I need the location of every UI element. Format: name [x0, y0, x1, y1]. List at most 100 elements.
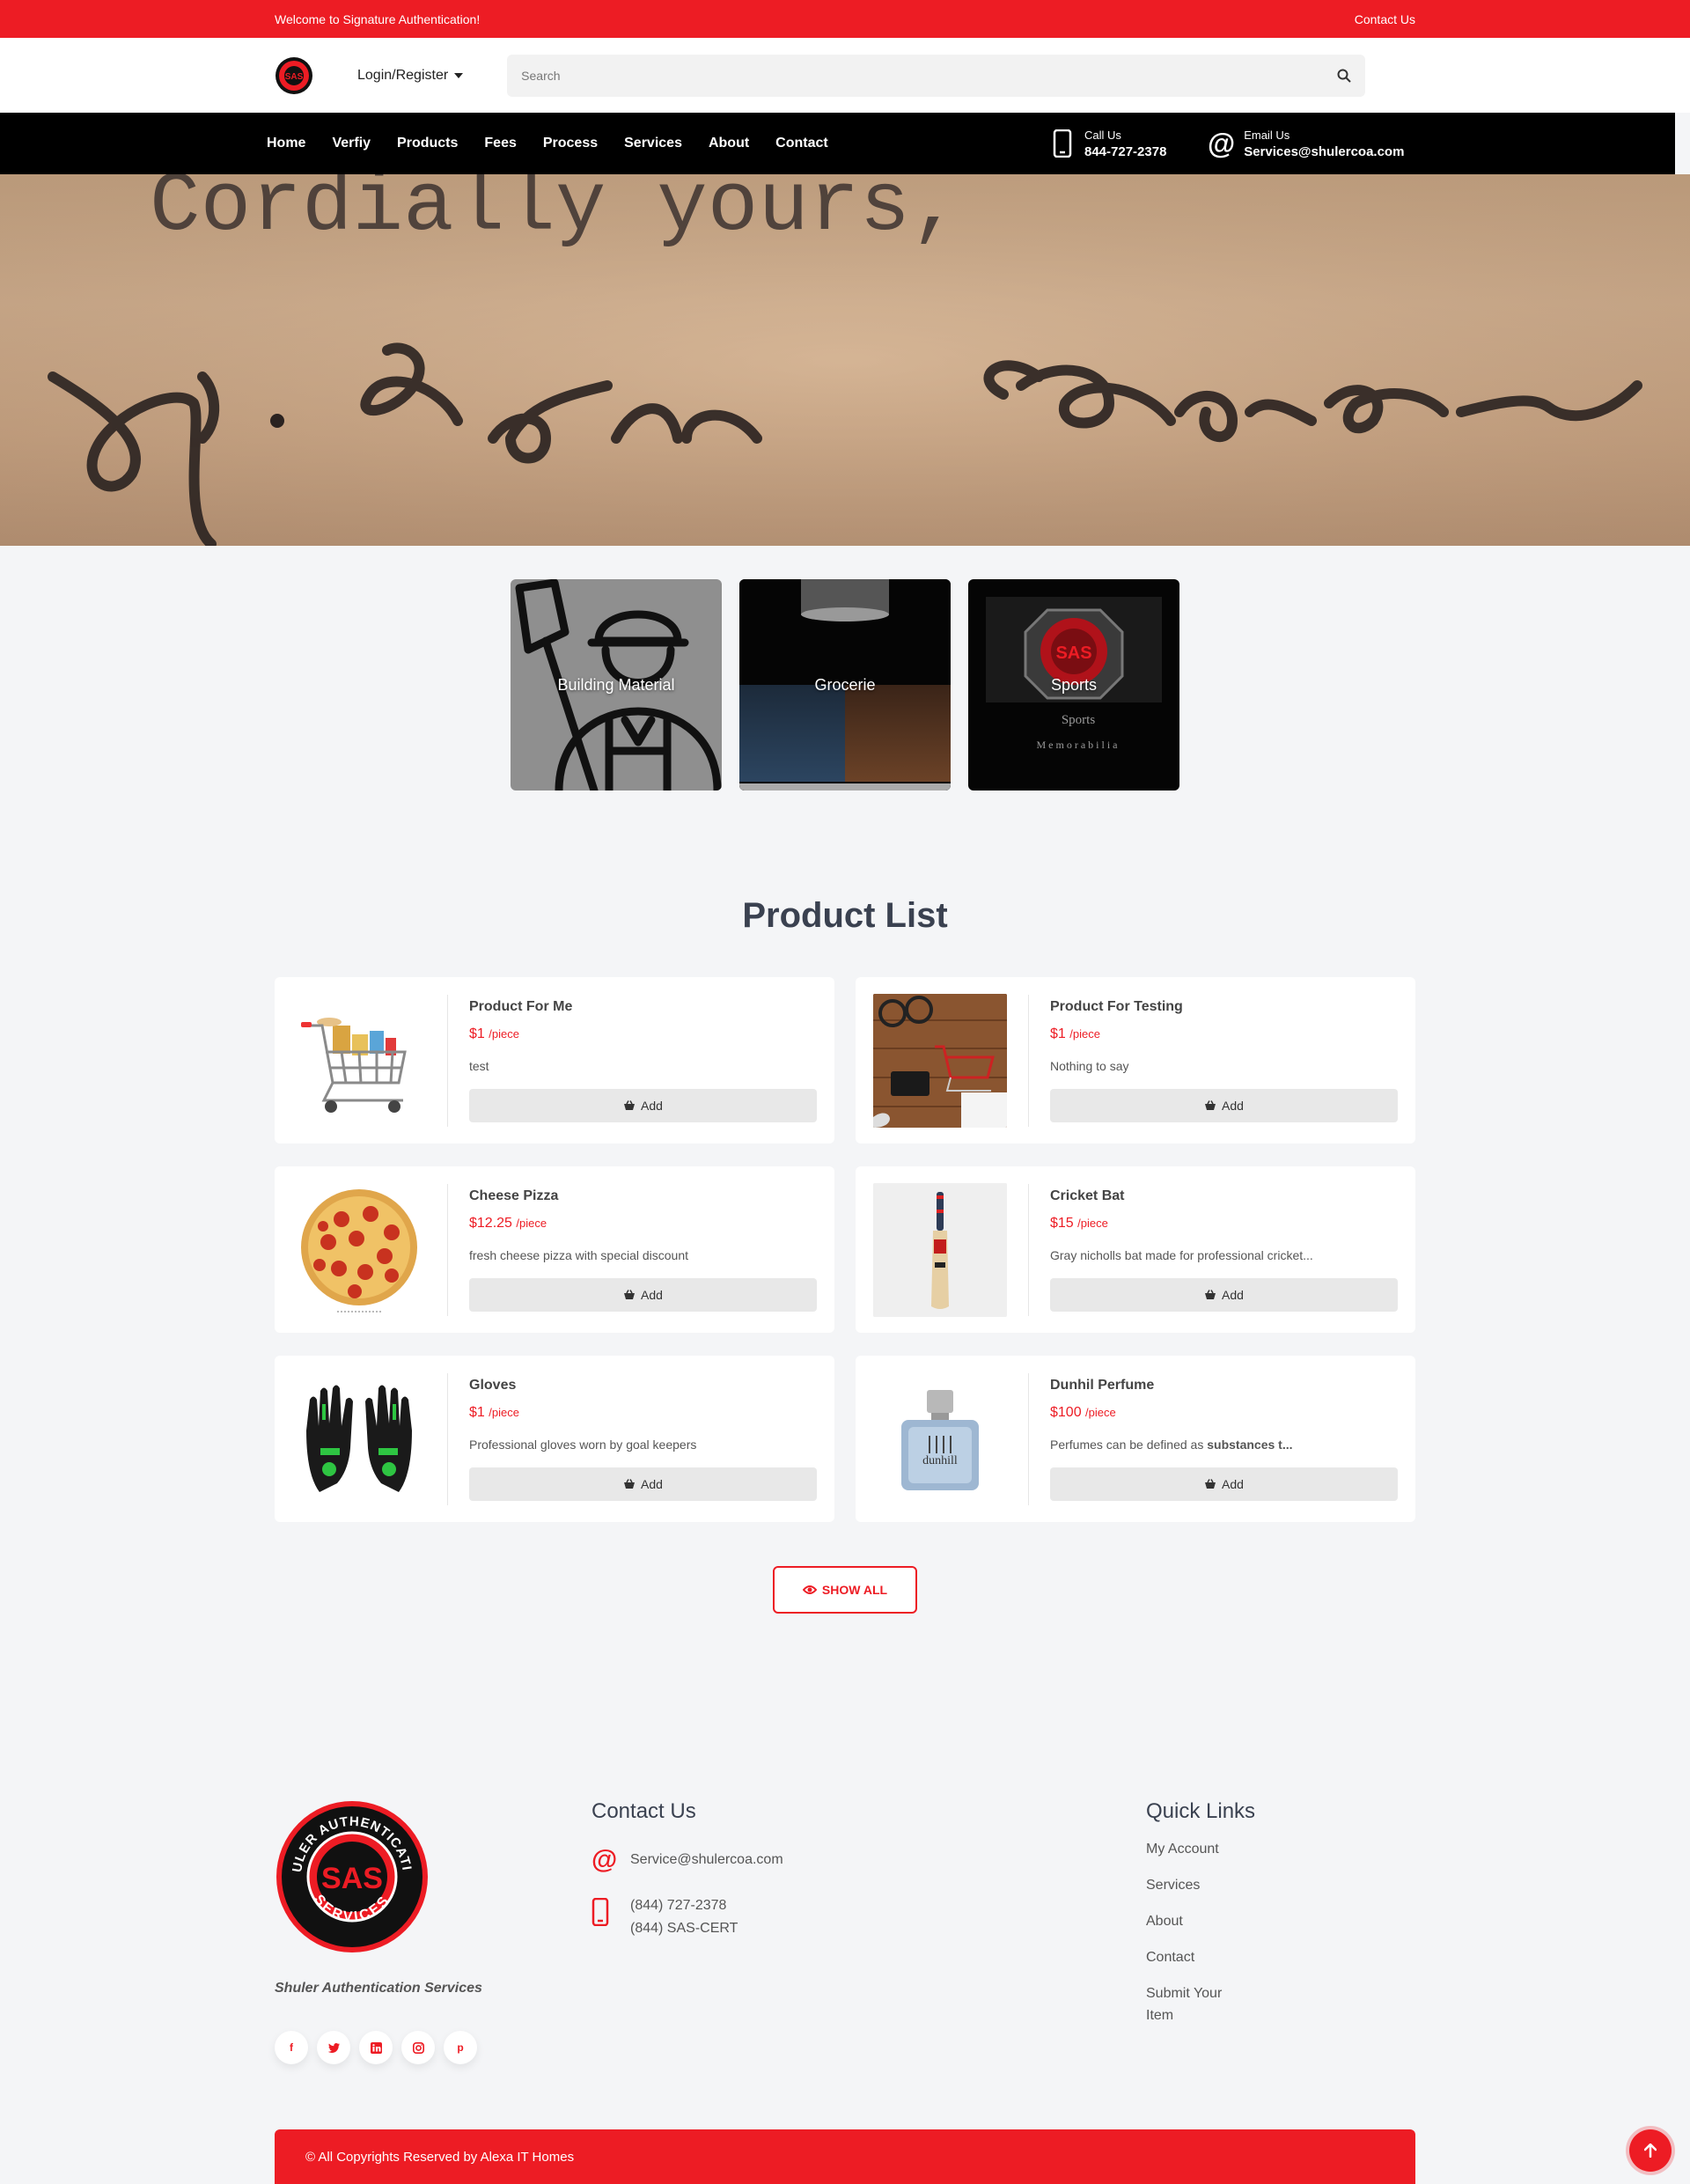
footer-phone-1[interactable]: (844) 727-2378 — [630, 1894, 738, 1917]
basket-icon — [624, 1099, 636, 1110]
product-price: $1 /piece — [1050, 1026, 1100, 1041]
svg-text:SAS: SAS — [1055, 643, 1091, 663]
add-to-cart-button[interactable]: Add — [1050, 1467, 1398, 1501]
product-image[interactable] — [292, 994, 426, 1128]
site-logo[interactable]: SAS — [275, 56, 313, 95]
search-bar[interactable]: Search — [507, 54, 1366, 97]
nav-products[interactable]: Products — [397, 136, 458, 151]
product-info: Product For Me $1 /piece test Add — [469, 999, 817, 1122]
product-price: $100 /piece — [1050, 1404, 1116, 1420]
search-icon[interactable] — [1337, 69, 1351, 83]
mobile-phone-icon — [1053, 129, 1072, 158]
footer-phone-2[interactable]: (844) SAS-CERT — [630, 1917, 738, 1940]
gloves-icon — [306, 1385, 412, 1492]
scroll-to-top-button[interactable] — [1629, 2129, 1672, 2172]
nav-process[interactable]: Process — [543, 136, 598, 151]
product-name[interactable]: Dunhil Perfume — [1050, 1378, 1398, 1393]
svg-text:SAS: SAS — [321, 1862, 383, 1895]
add-label: Add — [1222, 1476, 1244, 1491]
email-us-address: Services@shulercoa.com — [1244, 143, 1405, 159]
product-description: Nothing to say — [1050, 1058, 1129, 1073]
basket-icon — [1205, 1099, 1216, 1110]
footer-email[interactable]: Service@shulercoa.com — [630, 1852, 783, 1868]
add-label: Add — [1222, 1287, 1244, 1302]
twitter-icon[interactable] — [317, 2031, 350, 2064]
category-label: Sports — [1050, 675, 1098, 694]
nav-contact[interactable]: Contact — [775, 136, 828, 151]
call-us-label: Call Us — [1084, 128, 1121, 142]
product-name[interactable]: Product For Me — [469, 999, 817, 1015]
category-label: Building Material — [557, 675, 675, 694]
product-card: Cheese Pizza $12.25 /piece fresh cheese … — [275, 1166, 834, 1333]
product-image[interactable] — [292, 1372, 426, 1506]
main-nav: Home Verfiy Products Fees Process Servic… — [0, 113, 1675, 174]
svg-text:Memorabilia: Memorabilia — [1037, 739, 1121, 751]
login-register-label: Login/Register — [357, 67, 449, 83]
product-price: $15 /piece — [1050, 1215, 1108, 1231]
product-name[interactable]: Cricket Bat — [1050, 1188, 1398, 1204]
add-to-cart-button[interactable]: Add — [1050, 1277, 1398, 1312]
link-contact[interactable]: Contact — [1146, 1946, 1243, 1968]
footer-quick-links: Quick Links My Account Services About Co… — [1146, 1799, 1255, 2026]
linkedin-icon[interactable] — [359, 2031, 393, 2064]
show-all-button[interactable]: SHOW ALL — [773, 1566, 917, 1614]
shopping-cart-groceries-icon — [301, 1017, 407, 1113]
basket-icon — [624, 1289, 636, 1299]
product-list-title: Product List — [742, 896, 948, 935]
link-services[interactable]: Services — [1146, 1874, 1243, 1896]
top-bar: Welcome to Signature Authentication! Con… — [0, 0, 1690, 38]
nav-home[interactable]: Home — [267, 136, 305, 151]
footer-email-row[interactable]: @ Service@shulercoa.com — [592, 1845, 783, 1875]
footer-logo[interactable]: SHULER AUTHENTICATION SERVICES SAS — [275, 1799, 430, 1954]
link-my-account[interactable]: My Account — [1146, 1838, 1243, 1860]
product-image[interactable]: dunhill — [873, 1372, 1007, 1506]
pinterest-icon[interactable]: p — [444, 2031, 477, 2064]
product-image[interactable] — [873, 993, 1007, 1128]
product-card: Product For Me $1 /piece test Add — [275, 977, 834, 1143]
category-sports[interactable]: SAS Sports Memorabilia Sports — [968, 579, 1179, 791]
instagram-icon[interactable] — [401, 2031, 435, 2064]
card-divider — [447, 1372, 448, 1505]
product-description: fresh cheese pizza with special discount — [469, 1247, 689, 1262]
card-divider — [1028, 1183, 1029, 1316]
product-card: dunhill Dunhil Perfume $100 /piece Perfu… — [856, 1356, 1415, 1522]
link-submit-item[interactable]: Submit Your Item — [1146, 1982, 1243, 2026]
product-name[interactable]: Product For Testing — [1050, 999, 1398, 1015]
footer-phone-row: (844) 727-2378 (844) SAS-CERT — [592, 1894, 783, 1940]
nav-verify[interactable]: Verfiy — [332, 136, 371, 151]
add-to-cart-button[interactable]: Add — [1050, 1088, 1398, 1122]
product-card: Product For Testing $1 /piece Nothing to… — [856, 977, 1415, 1143]
header: SAS Login/Register Search — [0, 38, 1690, 113]
product-description: Gray nicholls bat made for professional … — [1050, 1247, 1313, 1262]
basket-icon — [624, 1478, 636, 1489]
nav-call-block[interactable]: Call Us 844-727-2378 — [1053, 129, 1166, 159]
topbar-contact-link[interactable]: Contact Us — [1355, 12, 1415, 26]
nav-services[interactable]: Services — [624, 136, 682, 151]
nav-about[interactable]: About — [709, 136, 749, 151]
add-to-cart-button[interactable]: Add — [469, 1088, 817, 1122]
quick-links-title: Quick Links — [1146, 1799, 1256, 1823]
category-building-material[interactable]: Building Material — [511, 579, 722, 791]
nav-email-block[interactable]: @ Email Us Services@shulercoa.com — [1208, 128, 1404, 160]
facebook-icon[interactable]: f — [275, 2031, 308, 2064]
show-all-label: SHOW ALL — [821, 1583, 888, 1597]
footer-contact: Contact Us @ Service@shulercoa.com (844)… — [592, 1799, 783, 1940]
nav-fees[interactable]: Fees — [484, 136, 516, 151]
add-label: Add — [641, 1476, 663, 1491]
category-grocerie[interactable]: Grocerie — [739, 579, 951, 791]
search-input[interactable]: Search — [521, 69, 560, 83]
add-to-cart-button[interactable]: Add — [469, 1467, 817, 1501]
product-image[interactable] — [873, 1182, 1007, 1317]
link-about[interactable]: About — [1146, 1910, 1243, 1932]
caret-down-icon — [454, 72, 464, 78]
product-name[interactable]: Cheese Pizza — [469, 1188, 817, 1204]
desk-cart-photo-icon — [873, 993, 1007, 1128]
card-divider — [1028, 1372, 1029, 1505]
arrow-up-icon — [1644, 2144, 1657, 2158]
product-image[interactable] — [292, 1183, 426, 1317]
footer-contact-title: Contact Us — [592, 1799, 696, 1823]
product-name[interactable]: Gloves — [469, 1378, 817, 1393]
login-register-dropdown[interactable]: Login/Register — [357, 67, 464, 84]
add-to-cart-button[interactable]: Add — [469, 1277, 817, 1312]
copyright-text: © All Copyrights Reserved by Alexa IT Ho… — [305, 2149, 575, 2165]
